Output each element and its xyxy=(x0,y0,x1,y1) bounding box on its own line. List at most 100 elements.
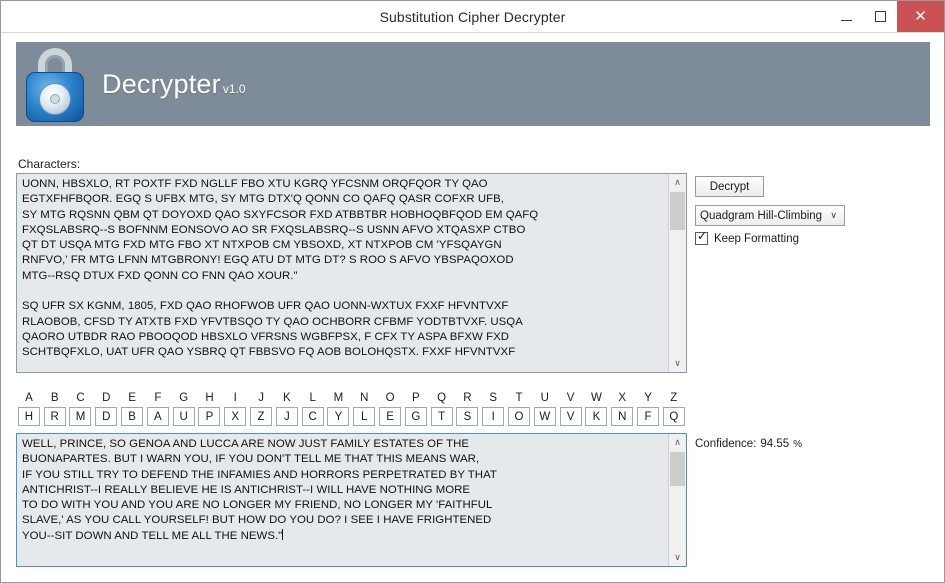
alphabet-cell: HP xyxy=(197,391,223,429)
cipher-letter-input[interactable]: D xyxy=(95,407,118,426)
plain-letter-label: C xyxy=(76,392,85,404)
check-icon: ✓ xyxy=(697,229,708,243)
algorithm-selected-value: Quadgram Hill-Climbing xyxy=(700,209,823,222)
alphabet-cell: MY xyxy=(326,391,352,429)
cipher-text[interactable]: UONN, HBSXLO, RT POXTF FXD NGLLF FBO XTU… xyxy=(17,174,668,372)
plaintext-scrollbar[interactable]: ∧ ∨ xyxy=(668,434,686,566)
keep-formatting-checkbox[interactable]: ✓ xyxy=(695,229,708,245)
cipher-letter-input[interactable]: P xyxy=(198,407,221,426)
close-icon: ✕ xyxy=(914,8,927,25)
plain-letter-label: G xyxy=(179,392,189,404)
cipher-letter-input[interactable]: U xyxy=(172,407,195,426)
alphabet-cell: QT xyxy=(429,391,455,429)
plain-letter-label: L xyxy=(309,392,316,404)
app-version: v1.0 xyxy=(222,81,246,96)
scrollbar-thumb[interactable] xyxy=(670,192,685,230)
cipher-letter-input[interactable]: W xyxy=(533,407,556,426)
alphabet-cell: VV xyxy=(558,391,584,429)
alphabet-cell: YF xyxy=(635,391,661,429)
alphabet-cell: KJ xyxy=(274,391,300,429)
plaintext-value: WELL, PRINCE, SO GENOA AND LUCCA ARE NOW… xyxy=(22,438,497,542)
alphabet-cell: PG xyxy=(403,391,429,429)
alphabet-mapping: AHBRCMDDEBFAGUHPIXJZKJLCMYNLOEPGQTRSSITO… xyxy=(16,391,687,429)
plain-letter-label: I xyxy=(233,392,237,404)
alphabet-cell: TO xyxy=(506,391,532,429)
cipher-letter-input[interactable]: L xyxy=(353,407,376,426)
plain-letter-label: W xyxy=(591,392,602,404)
app-window: Substitution Cipher Decrypter ✕ Decrypte… xyxy=(0,0,945,583)
alphabet-cell: GU xyxy=(171,391,197,429)
cipher-text-area[interactable]: UONN, HBSXLO, RT POXTF FXD NGLLF FBO XTU… xyxy=(16,173,687,373)
close-button[interactable]: ✕ xyxy=(897,1,944,32)
cipher-letter-input[interactable]: E xyxy=(379,407,402,426)
alphabet-cell: IX xyxy=(222,391,248,429)
client-area: Decrypter v1.0 Characters: UONN, HBSXLO,… xyxy=(1,32,944,582)
alphabet-cell: WK xyxy=(584,391,610,429)
alphabet-cell: RS xyxy=(455,391,481,429)
alphabet-cell: UW xyxy=(532,391,558,429)
cipher-letter-input[interactable]: S xyxy=(456,407,479,426)
alphabet-cell: FA xyxy=(145,391,171,429)
algorithm-select[interactable]: Quadgram Hill-Climbing ∨ xyxy=(695,205,845,226)
plain-letter-label: J xyxy=(258,392,264,404)
minimize-button[interactable] xyxy=(829,1,863,32)
alphabet-cell: NL xyxy=(351,391,377,429)
cipher-letter-input[interactable]: I xyxy=(482,407,505,426)
cipher-letter-input[interactable]: X xyxy=(224,407,247,426)
cipher-letter-input[interactable]: H xyxy=(17,407,40,426)
cipher-letter-input[interactable]: T xyxy=(430,407,453,426)
cipher-letter-input[interactable]: G xyxy=(404,407,427,426)
cipher-letter-input[interactable]: F xyxy=(637,407,660,426)
scroll-up-icon[interactable]: ∧ xyxy=(669,174,686,191)
title-bar: Substitution Cipher Decrypter ✕ xyxy=(1,1,944,32)
maximize-icon xyxy=(874,11,886,22)
plaintext-area[interactable]: WELL, PRINCE, SO GENOA AND LUCCA ARE NOW… xyxy=(16,433,687,567)
alphabet-cell: SI xyxy=(480,391,506,429)
alphabet-cell: BR xyxy=(42,391,68,429)
confidence-value: 94.55 xyxy=(760,438,790,450)
cipher-letter-input[interactable]: V xyxy=(559,407,582,426)
plain-letter-label: M xyxy=(333,392,344,404)
scrollbar-thumb[interactable] xyxy=(670,452,685,486)
cipher-letter-input[interactable]: O xyxy=(508,407,531,426)
cipher-letter-input[interactable]: Z xyxy=(250,407,273,426)
plain-letter-label: Y xyxy=(644,392,652,404)
padlock-body xyxy=(26,72,84,122)
alphabet-cell: JZ xyxy=(248,391,274,429)
maximize-button[interactable] xyxy=(863,1,897,32)
plain-letter-label: Q xyxy=(437,392,447,404)
alphabet-cell: ZQ xyxy=(661,391,687,429)
plain-letter-label: E xyxy=(128,392,136,404)
plain-letter-label: T xyxy=(515,392,523,404)
scroll-up-icon[interactable]: ∧ xyxy=(669,434,686,451)
scroll-down-icon[interactable]: ∨ xyxy=(669,355,686,372)
cipher-scrollbar[interactable]: ∧ ∨ xyxy=(668,174,686,372)
alphabet-cell: DD xyxy=(93,391,119,429)
app-banner: Decrypter v1.0 xyxy=(16,42,930,126)
scroll-down-icon[interactable]: ∨ xyxy=(669,549,686,566)
alphabet-cell: CM xyxy=(68,391,94,429)
cipher-letter-input[interactable]: M xyxy=(69,407,92,426)
cipher-letter-input[interactable]: A xyxy=(146,407,169,426)
plain-letter-label: P xyxy=(412,392,420,404)
keep-formatting-label: Keep Formatting xyxy=(714,232,800,245)
plain-letter-label: F xyxy=(154,392,162,404)
plaintext-text[interactable]: WELL, PRINCE, SO GENOA AND LUCCA ARE NOW… xyxy=(17,434,668,566)
cipher-letter-input[interactable]: Q xyxy=(662,407,685,426)
cipher-letter-input[interactable]: J xyxy=(275,407,298,426)
cipher-letter-input[interactable]: C xyxy=(301,407,324,426)
cipher-letter-input[interactable]: Y xyxy=(327,407,350,426)
plain-letter-label: A xyxy=(25,392,33,404)
cipher-letter-input[interactable]: N xyxy=(611,407,634,426)
plain-letter-label: K xyxy=(283,392,291,404)
cipher-letter-input[interactable]: R xyxy=(43,407,66,426)
decrypt-button[interactable]: Decrypt xyxy=(695,176,764,197)
alphabet-cell: LC xyxy=(300,391,326,429)
plain-letter-label: V xyxy=(566,392,575,404)
cipher-letter-input[interactable]: B xyxy=(121,407,144,426)
plain-letter-label: R xyxy=(463,392,472,404)
keep-formatting-row[interactable]: ✓ Keep Formatting xyxy=(695,229,800,245)
cipher-letter-input[interactable]: K xyxy=(585,407,608,426)
plain-letter-label: H xyxy=(205,392,214,404)
alphabet-cell: OE xyxy=(377,391,403,429)
